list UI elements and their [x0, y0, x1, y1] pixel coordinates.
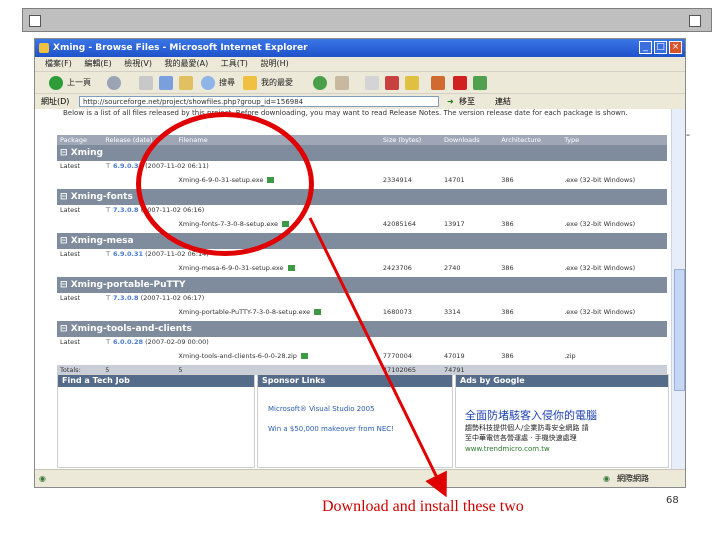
slide-page-number: 68: [666, 495, 679, 506]
annotation-arrow: [308, 217, 447, 498]
slide-caption: Download and install these two: [322, 498, 524, 515]
